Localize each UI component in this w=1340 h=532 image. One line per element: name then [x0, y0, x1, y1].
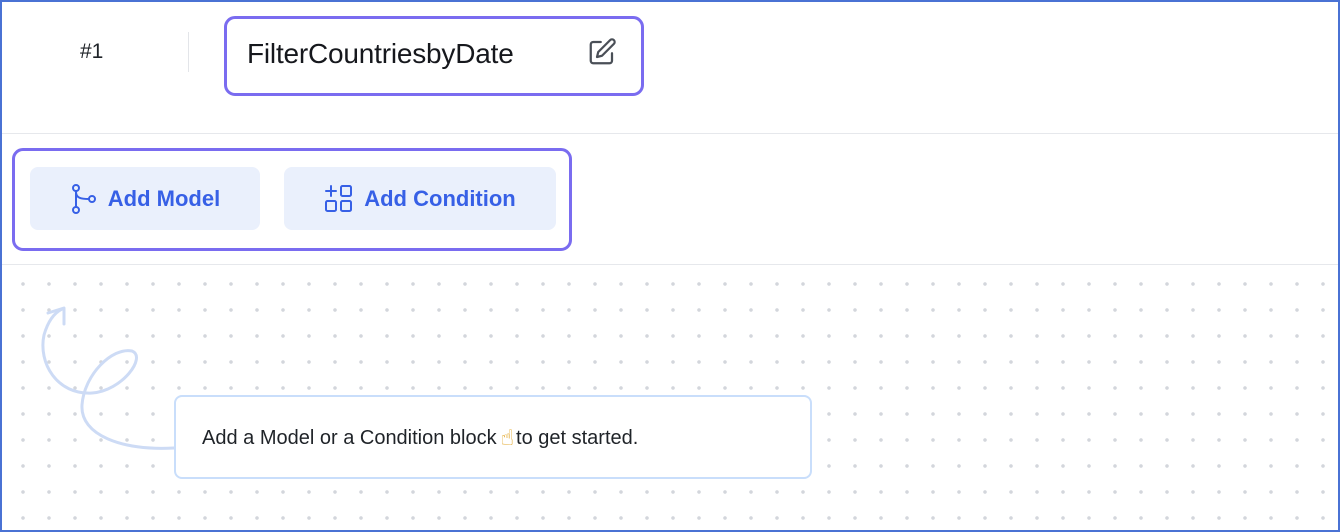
add-block-button-group: Add Model Add Condition: [12, 148, 572, 251]
hint-text-end: to get started.: [516, 426, 639, 449]
step-number: #1: [80, 40, 104, 63]
step-header: #1 FilterCountriesbyDate: [2, 2, 1338, 134]
edit-title-button[interactable]: [585, 37, 619, 71]
add-condition-button[interactable]: Add Condition: [284, 167, 556, 230]
header-divider: [188, 32, 189, 72]
add-condition-icon: [324, 184, 354, 214]
pointing-hand-icon: ☝: [500, 425, 515, 451]
curly-arrow-icon: [41, 306, 176, 450]
model-branch-icon: [70, 183, 98, 215]
workflow-canvas[interactable]: Add a Model or a Condition block ☝ to ge…: [2, 265, 1338, 530]
workflow-editor: #1 FilterCountriesbyDate Add Model Add C…: [0, 0, 1340, 532]
add-model-label: Add Model: [107, 185, 221, 211]
step-title-container: FilterCountriesbyDate: [224, 16, 644, 96]
step-title[interactable]: FilterCountriesbyDate: [247, 38, 514, 70]
add-model-button[interactable]: Add Model: [30, 167, 260, 230]
edit-icon: [587, 37, 617, 72]
getting-started-hint: Add a Model or a Condition block ☝ to ge…: [174, 395, 812, 479]
block-toolbar: Add Model Add Condition: [2, 134, 1338, 265]
add-condition-label: Add Condition: [364, 185, 516, 211]
hint-text-start: Add a Model or a Condition block: [202, 426, 497, 449]
